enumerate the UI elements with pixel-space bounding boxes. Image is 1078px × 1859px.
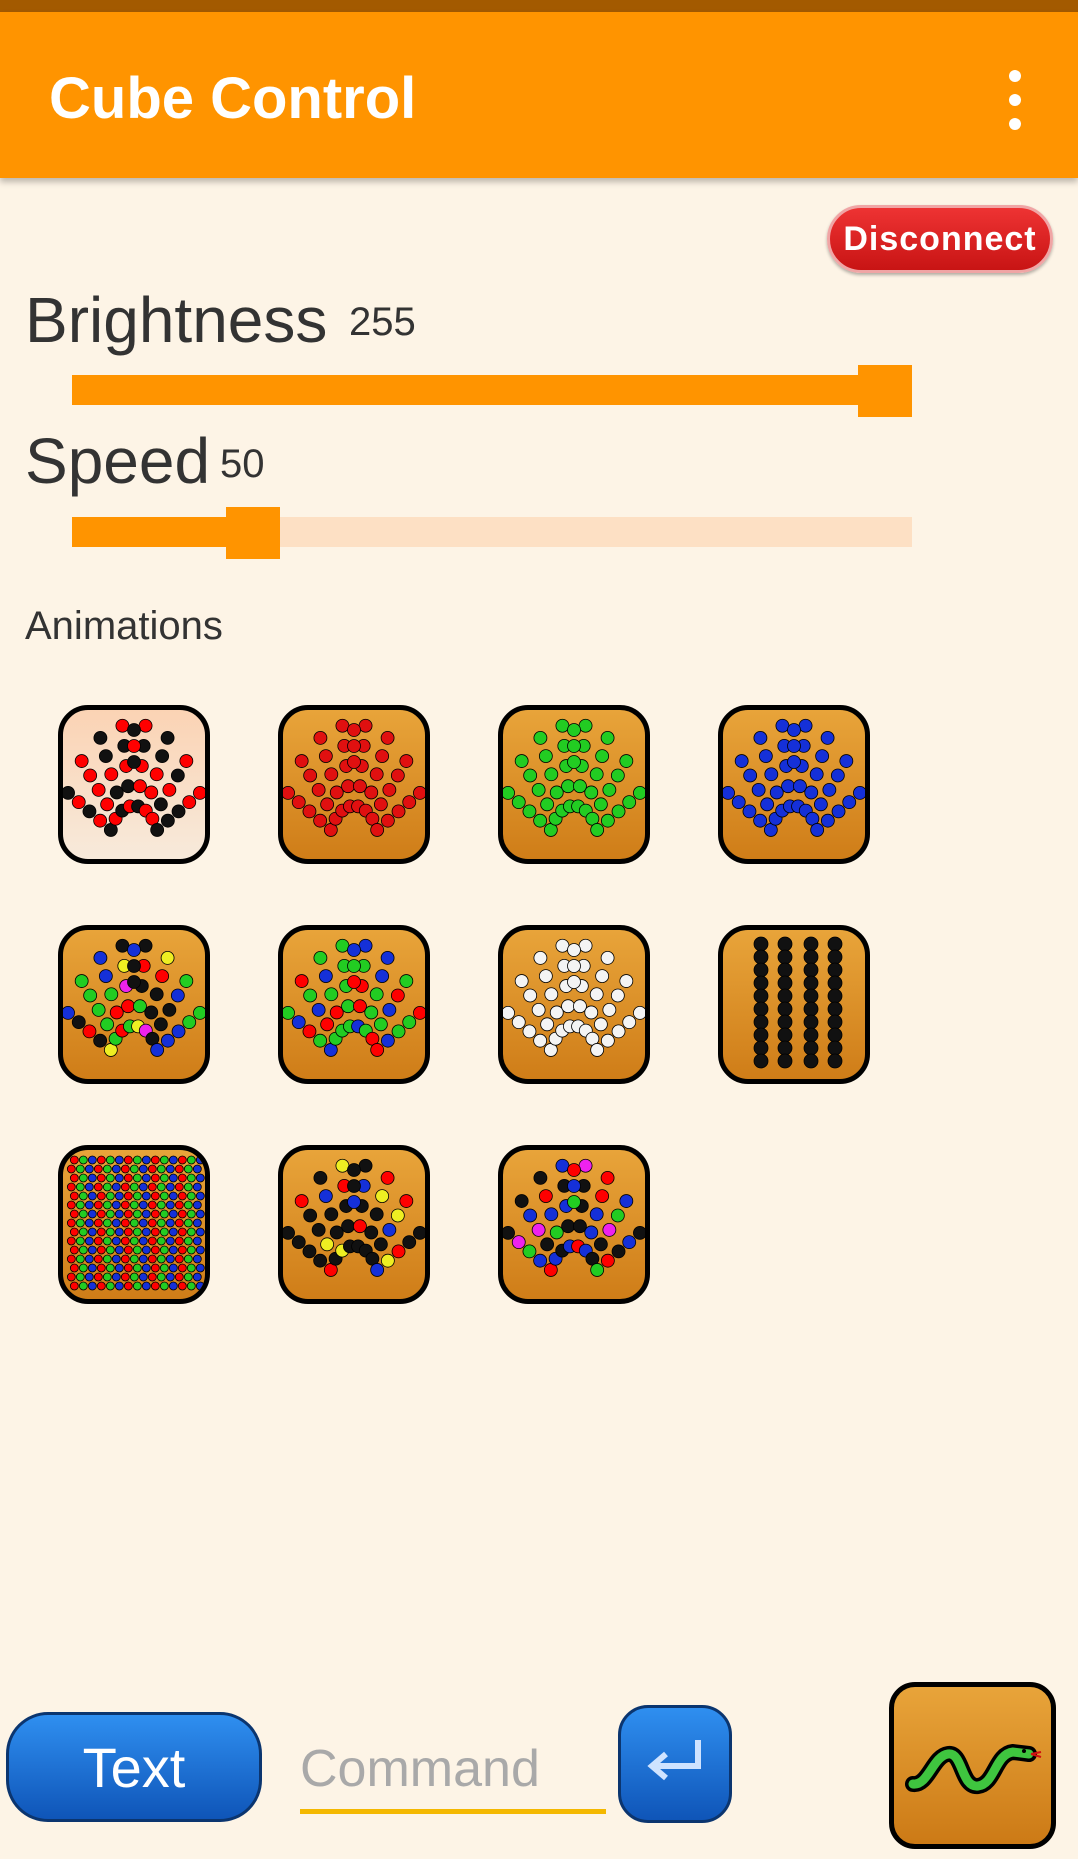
- animation-button-9[interactable]: [58, 1145, 210, 1304]
- animation-button-6[interactable]: [278, 925, 430, 1084]
- enter-button[interactable]: [618, 1705, 732, 1823]
- app-title: Cube Control: [49, 66, 417, 131]
- red-leds-icon: [283, 718, 425, 837]
- brightness-slider-thumb[interactable]: [858, 365, 912, 417]
- animation-button-1[interactable]: [58, 705, 210, 864]
- white-leds-icon: [503, 938, 645, 1057]
- command-input[interactable]: [300, 1733, 606, 1814]
- animation-button-11[interactable]: [498, 1145, 650, 1304]
- animation-button-8[interactable]: [718, 925, 870, 1084]
- app-bar: Cube Control: [0, 12, 1078, 178]
- brightness-label: Brightness: [25, 284, 328, 356]
- multicolor-sparkle-icon: [63, 938, 205, 1057]
- speed-label: Speed: [25, 425, 211, 497]
- enter-return-icon: [647, 1740, 701, 1781]
- text-button[interactable]: Text: [6, 1712, 262, 1822]
- blue-leds-icon: [723, 718, 865, 837]
- speed-value: 50: [220, 442, 265, 486]
- disconnect-button[interactable]: Disconnect: [827, 205, 1053, 273]
- color-wipe-icon: [503, 1158, 645, 1277]
- brightness-value: 255: [349, 300, 416, 344]
- more-vert-icon[interactable]: [997, 70, 1033, 134]
- speed-slider-thumb[interactable]: [226, 507, 281, 559]
- animation-button-3[interactable]: [498, 705, 650, 864]
- animation-button-10[interactable]: [278, 1145, 430, 1304]
- speed-slider[interactable]: [72, 507, 912, 559]
- brightness-slider[interactable]: [72, 365, 912, 417]
- animation-button-4[interactable]: [718, 705, 870, 864]
- command-bar: Text: [0, 1675, 1078, 1859]
- status-bar: [0, 0, 1078, 12]
- snake-game-button[interactable]: [889, 1682, 1056, 1849]
- black-sparkle-icon: [283, 1158, 425, 1277]
- brightness-slider-fill: [72, 375, 885, 405]
- green-leds-icon: [503, 718, 645, 837]
- dense-rgb-cube-icon: [66, 1155, 205, 1291]
- rgb-mix-icon: [283, 938, 425, 1057]
- red-black-pattern-icon: [63, 718, 205, 837]
- rain-columns-icon: [753, 936, 843, 1069]
- snake-game-icon: [904, 1743, 1041, 1794]
- animation-button-5[interactable]: [58, 925, 210, 1084]
- animations-label: Animations: [25, 604, 223, 648]
- animation-button-7[interactable]: [498, 925, 650, 1084]
- animation-button-2[interactable]: [278, 705, 430, 864]
